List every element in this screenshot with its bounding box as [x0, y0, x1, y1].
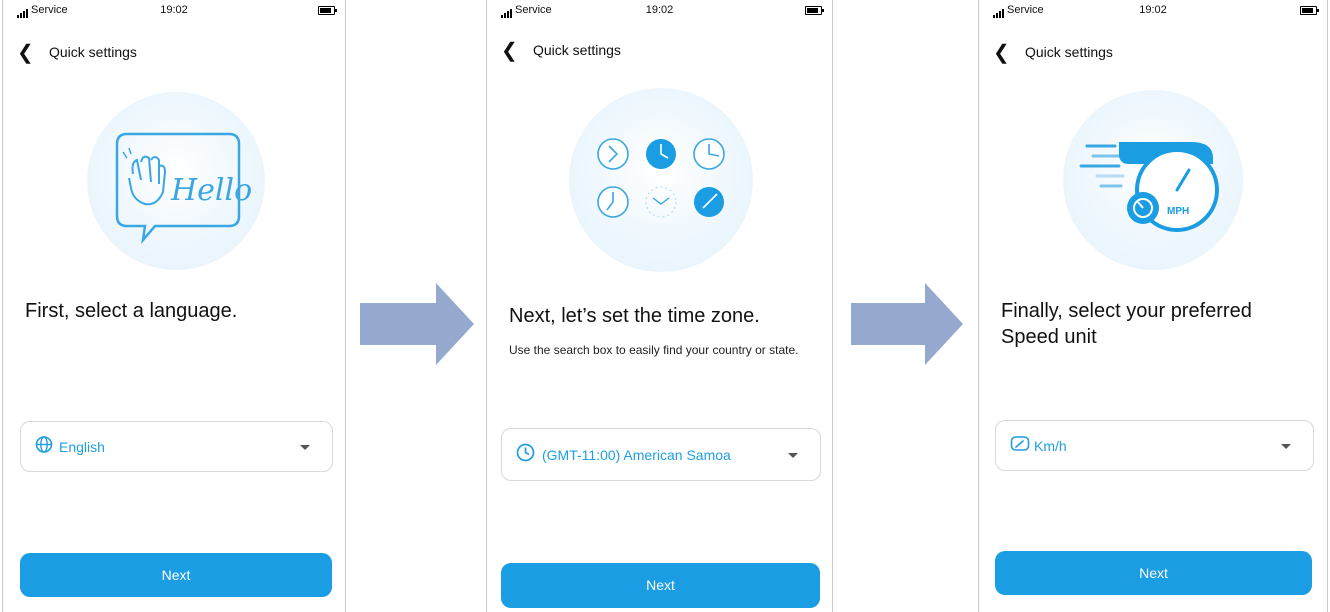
mph-text: MPH — [1167, 206, 1189, 217]
nav-title: Quick settings — [1025, 44, 1113, 60]
next-button[interactable]: Next — [501, 563, 820, 608]
battery-icon — [318, 6, 337, 15]
speedometer-small-icon — [1010, 435, 1030, 457]
page-heading: Finally, select your preferred Speed uni… — [1001, 300, 1252, 348]
screen-timezone: Service 19:02 ❮ Quick settings Next, let… — [486, 0, 833, 612]
screen-speed-unit: Service 19:02 ❮ Quick settings MPH Final… — [978, 0, 1328, 612]
speedometer-icon: MPH — [1079, 142, 1219, 232]
back-chevron-icon[interactable]: ❮ — [993, 40, 1010, 65]
status-bar: Service 19:02 — [979, 3, 1327, 19]
battery-icon — [805, 6, 824, 15]
clock-time: 19:02 — [1139, 4, 1167, 16]
back-chevron-icon[interactable]: ❮ — [17, 40, 34, 65]
clock-icon — [516, 443, 535, 467]
nav-bar: ❮ Quick settings — [3, 38, 345, 66]
speed-unit-value: Km/h — [1034, 437, 1067, 454]
dropdown-caret-icon — [788, 452, 798, 458]
timezone-select[interactable]: (GMT-11:00) American Samoa — [501, 428, 821, 481]
nav-title: Quick settings — [49, 44, 137, 60]
page-subtext: Use the search box to easily find your c… — [509, 343, 799, 357]
next-button[interactable]: Next — [20, 553, 332, 597]
language-select[interactable]: English — [20, 421, 333, 472]
clock-time: 19:02 — [645, 4, 674, 16]
globe-icon — [35, 435, 53, 458]
speed-unit-select[interactable]: Km/h — [995, 420, 1314, 471]
flow-arrow-icon — [851, 283, 963, 365]
next-button[interactable]: Next — [995, 551, 1312, 595]
flow-arrow-icon — [360, 283, 474, 365]
speed-illustration: MPH — [1063, 90, 1243, 270]
timezone-value: (GMT-11:00) American Samoa — [542, 446, 731, 463]
page-heading: First, select a language. — [25, 300, 238, 322]
world-clocks-icon — [597, 138, 725, 218]
language-value: English — [59, 438, 105, 455]
page-heading: Next, let’s set the time zone. — [509, 305, 760, 327]
status-bar: Service 19:02 — [487, 3, 832, 19]
dropdown-caret-icon — [1281, 443, 1291, 449]
nav-bar: ❮ Quick settings — [487, 36, 832, 64]
nav-title: Quick settings — [533, 42, 621, 58]
battery-icon — [1300, 6, 1319, 15]
dropdown-caret-icon — [300, 444, 310, 450]
status-bar: Service 19:02 — [3, 3, 345, 19]
nav-bar: ❮ Quick settings — [979, 38, 1327, 66]
hello-speech-bubble-icon: Hello — [115, 132, 252, 245]
hello-illustration: Hello — [87, 92, 265, 270]
clocks-illustration — [569, 88, 753, 272]
clock-time: 19:02 — [160, 4, 188, 16]
hello-text: Hello — [170, 173, 252, 208]
screen-language: Service 19:02 ❮ Quick settings Hello Fir… — [2, 0, 346, 612]
back-chevron-icon[interactable]: ❮ — [501, 38, 518, 63]
